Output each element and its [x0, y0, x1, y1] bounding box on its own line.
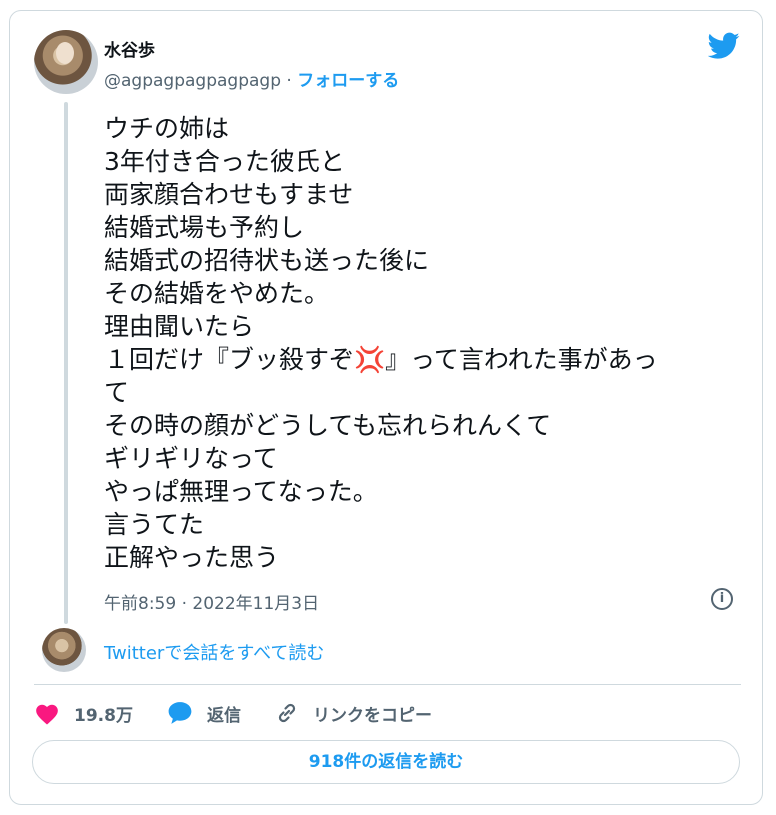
tweet-line: 言うてた [104, 510, 205, 539]
reply-label: 返信 [206, 705, 241, 726]
tweet-line: ギリギリなって [104, 444, 278, 473]
reply-bubble-icon [168, 702, 192, 724]
follow-button[interactable]: フォローする [297, 71, 399, 91]
tweet-line: その時の顔がどうしても忘れられんくて [104, 411, 552, 440]
tweet-line: 理由聞いたら [104, 312, 255, 341]
tweet-line: 正解やった思う [104, 543, 280, 572]
tweet-line: その結婚をやめた。 [104, 279, 330, 308]
tweet-line-part: 』って言われた事があっ [385, 345, 658, 374]
display-name[interactable]: 水谷歩 [104, 36, 155, 61]
handle[interactable]: @agpagpagpagpagp [104, 71, 281, 91]
tweet-line: 結婚式場も予約し [104, 213, 305, 242]
tweet-line: ウチの姉は [104, 114, 230, 143]
tweet-line: 3年付き合った彼氏と [104, 147, 345, 176]
twitter-bird-icon[interactable] [708, 32, 740, 60]
separator: · [286, 71, 292, 91]
tweet-line: 結婚式の招待状も送った後に [104, 246, 430, 275]
handle-row: @agpagpagpagpagp · フォローする [104, 66, 399, 91]
heart-icon [36, 704, 58, 725]
like-count: 19.8万 [74, 705, 133, 726]
like-button[interactable]: 19.8万 [34, 701, 133, 726]
link-icon [278, 703, 296, 723]
read-conversation-link[interactable]: Twitterで会話をすべて読む [104, 639, 324, 665]
info-icon[interactable]: i [711, 588, 733, 610]
tweet-line-part: １回だけ『ブッ殺すぞ [104, 345, 355, 374]
reply-button[interactable]: 返信 [167, 701, 241, 726]
tweet-line: やっぱ無理ってなった。 [104, 477, 378, 506]
timestamp[interactable]: 午前8:59 · 2022年11月3日 [104, 589, 319, 614]
anger-symbol-icon: 💢 [354, 345, 386, 374]
copy-link-button[interactable]: リンクをコピー [275, 701, 432, 726]
tweet-text: ウチの姉は 3年付き合った彼氏と 両家顔合わせもすませ 結婚式場も予約し 結婚式… [104, 112, 734, 574]
tweet-line: 両家顔合わせもすませ [104, 180, 354, 209]
divider [34, 684, 741, 685]
conversation-avatar[interactable] [42, 628, 86, 672]
thread-line [64, 102, 68, 624]
avatar[interactable] [34, 30, 98, 94]
action-bar: 19.8万 返信 リンクをコピー [34, 698, 466, 728]
read-replies-button[interactable]: 918件の返信を読む [32, 740, 740, 784]
copy-link-label: リンクをコピー [312, 705, 432, 726]
tweet-line: て [104, 378, 130, 407]
tweet-line: １回だけ『ブッ殺すぞ💢』って言われた事があっ [104, 343, 734, 376]
